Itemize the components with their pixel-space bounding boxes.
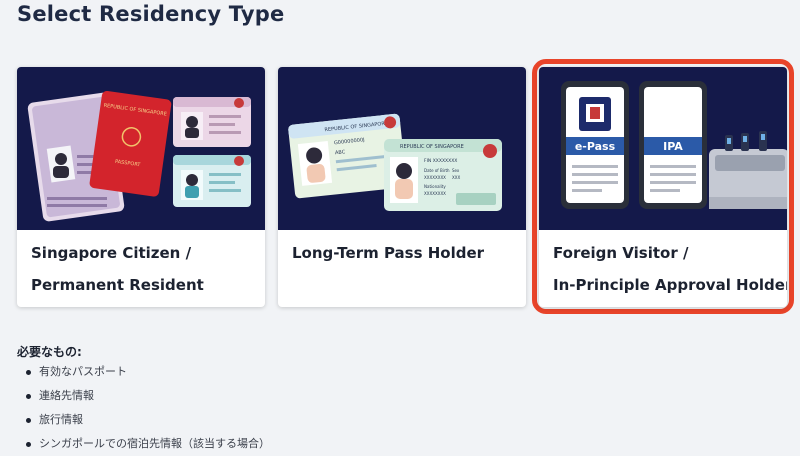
requirement-item: 旅行情報 — [24, 408, 270, 432]
blue-id-card — [173, 155, 251, 207]
long-term-pass-illustration: REPUBLIC OF SINGAPORE G00000000J ABC REP… — [278, 67, 526, 230]
residency-card-label: Singapore Citizen / Permanent Resident — [31, 237, 257, 301]
ltp-value-sex: XXX — [452, 175, 460, 180]
card-label-line1: Foreign Visitor / — [553, 244, 689, 262]
epass-label: e-Pass — [575, 140, 616, 153]
ltp-back-number: FIN XXXXXXXX — [424, 158, 457, 164]
card-label-line1: Singapore Citizen / — [31, 244, 192, 262]
ltp-field-sex: Sex — [452, 168, 460, 173]
card-label-line2: Permanent Resident — [31, 276, 204, 294]
foreign-visitor-illustration: e-Pass IPA — [539, 67, 787, 230]
requirement-item: 有効なパスポート — [24, 360, 270, 384]
pink-id-card — [173, 97, 251, 147]
residency-card-label: Long-Term Pass Holder — [292, 237, 518, 269]
citizen-illustration: REPUBLIC OF SINGAPORE PASSPORT — [17, 67, 265, 230]
ipa-phone-icon: IPA — [639, 81, 707, 209]
ltp-value-nat: XXXXXXXX — [424, 191, 446, 196]
ltp-field-dob: Date of Birth — [424, 168, 450, 173]
card-label-line1: Long-Term Pass Holder — [292, 244, 485, 262]
immigration-gates-icon — [709, 131, 787, 209]
ltp-value-dob: XXXXXXXX — [424, 175, 446, 180]
residency-card-citizen[interactable]: REPUBLIC OF SINGAPORE PASSPORT Singapore… — [17, 67, 265, 307]
requirement-item: 連絡先情報 — [24, 384, 270, 408]
card-label-line2: In-Principle Approval Holder — [553, 276, 787, 294]
requirements-list: 有効なパスポート 連絡先情報 旅行情報 シンガポールでの宿泊先情報（該当する場合… — [24, 360, 270, 456]
ltp-back-card: REPUBLIC OF SINGAPORE FIN XXXXXXXX Date … — [384, 139, 502, 211]
ipa-label: IPA — [663, 140, 683, 153]
ltp-field-nat: Nationality — [424, 184, 446, 189]
epass-phone-icon: e-Pass — [561, 81, 629, 209]
ltp-back-header: REPUBLIC OF SINGAPORE — [400, 144, 464, 150]
residency-card-label: Foreign Visitor / In-Principle Approval … — [553, 237, 787, 301]
page-title: Select Residency Type — [17, 2, 285, 26]
red-passport-icon: REPUBLIC OF SINGAPORE PASSPORT — [89, 91, 172, 197]
residency-card-foreign-visitor[interactable]: e-Pass IPA Foreign Visitor / In-Principl… — [539, 67, 787, 307]
requirements-title: 必要なもの: — [17, 345, 82, 359]
requirement-item: シンガポールでの宿泊先情報（該当する場合） — [24, 432, 270, 456]
ltp-name: ABC — [335, 149, 346, 156]
residency-card-long-term-pass[interactable]: REPUBLIC OF SINGAPORE G00000000J ABC REP… — [278, 67, 526, 307]
